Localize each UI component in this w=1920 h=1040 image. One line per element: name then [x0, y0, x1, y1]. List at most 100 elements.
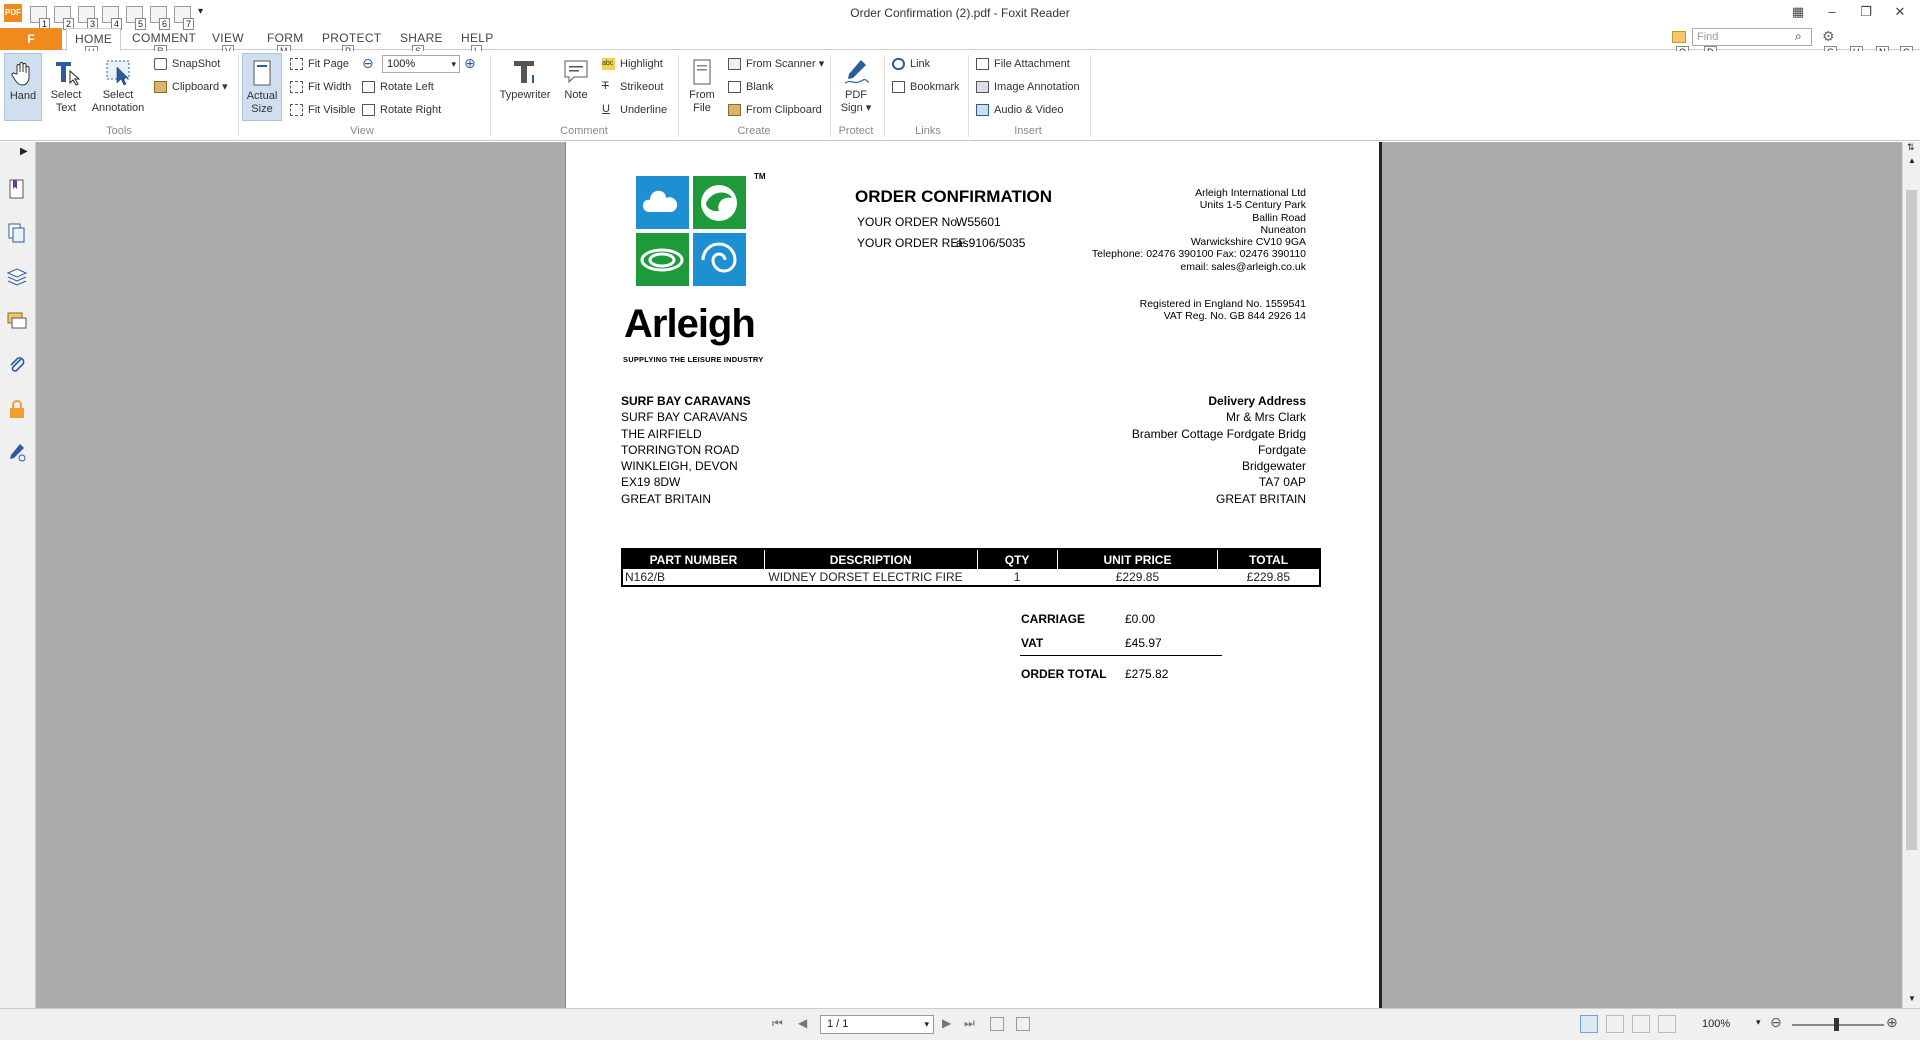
scroll-up-icon[interactable]: ▲: [1908, 156, 1916, 165]
signatures-icon[interactable]: [6, 442, 28, 464]
zoom-select[interactable]: 100% ▾: [382, 55, 460, 73]
zoom-in-icon[interactable]: ⊕: [1886, 1014, 1898, 1031]
highlight-button[interactable]: abc Highlight: [602, 56, 663, 72]
zoom-dropdown-icon[interactable]: ▾: [1756, 1017, 1761, 1028]
first-page-icon[interactable]: ⏮: [772, 1016, 783, 1031]
last-page-icon[interactable]: ⏭: [964, 1016, 975, 1031]
strikeout-button[interactable]: T Strikeout: [602, 79, 663, 95]
minimize-button[interactable]: –: [1818, 2, 1846, 22]
delivery-line: Fordgate: [1257, 442, 1306, 457]
ribbon-separator: [490, 55, 491, 137]
actual-size-button[interactable]: Actual Size: [242, 53, 282, 121]
note-button[interactable]: Note: [558, 53, 594, 121]
fit-visible-icon: [290, 104, 303, 116]
bookmarks-icon[interactable]: [6, 178, 28, 200]
order-no-value: W55601: [956, 215, 1001, 229]
scroll-down-icon[interactable]: ▼: [1908, 994, 1916, 1003]
restore-button[interactable]: ❐: [1852, 2, 1880, 22]
from-scanner-button[interactable]: From Scanner ▾: [728, 56, 824, 72]
registration-block: Registered in England No. 1559541 VAT Re…: [1006, 298, 1306, 323]
scroll-split-icon[interactable]: ⇅: [1907, 142, 1915, 153]
link-button[interactable]: Link: [892, 56, 930, 72]
next-page-icon[interactable]: ▶: [942, 1016, 951, 1030]
blank-button[interactable]: Blank: [728, 79, 774, 95]
pdf-page[interactable]: TM Arleigh SUPPLYING THE LEISURE INDUSTR…: [565, 142, 1382, 1008]
order-no-label: YOUR ORDER No.: [857, 215, 961, 229]
tab-home[interactable]: HOMEH: [66, 28, 122, 58]
previous-view-icon[interactable]: [990, 1017, 1004, 1031]
registration-line: VAT Reg. No. GB 844 2926 14: [1163, 310, 1306, 323]
security-lock-icon[interactable]: [6, 398, 28, 420]
link-icon: [892, 58, 905, 70]
next-view-icon[interactable]: [1016, 1017, 1030, 1031]
rotate-left-button[interactable]: Rotate Left: [362, 79, 434, 95]
tab-help[interactable]: HELPL: [461, 31, 494, 57]
facing-view-icon[interactable]: [1632, 1015, 1650, 1033]
audio-video-button[interactable]: Audio & Video: [976, 102, 1064, 118]
rotate-right-button[interactable]: Rotate Right: [362, 102, 441, 118]
fit-page-icon: [290, 58, 303, 70]
underline-button[interactable]: U Underline: [602, 102, 667, 118]
table-cell: £229.85: [1246, 570, 1291, 584]
snapshot-button[interactable]: SnapShot: [154, 56, 220, 72]
single-page-view-icon[interactable]: [1580, 1015, 1598, 1033]
zoom-out-icon[interactable]: ⊖: [362, 55, 374, 72]
layers-icon[interactable]: [6, 266, 28, 288]
column-header: DESCRIPTION: [764, 549, 978, 569]
fit-visible-button[interactable]: Fit Visible: [290, 102, 355, 118]
hand-button[interactable]: Hand: [4, 53, 42, 121]
zoom-slider-handle[interactable]: [1834, 1018, 1839, 1031]
settings-gear-icon[interactable]: ⚙: [1822, 28, 1835, 45]
fit-page-button[interactable]: Fit Page: [290, 56, 349, 72]
column-header: TOTAL: [1217, 549, 1320, 569]
clipboard-page-icon: [728, 104, 741, 116]
image-annotation-button[interactable]: Image Annotation: [976, 79, 1080, 95]
select-annotation-button[interactable]: Select Annotation: [88, 53, 148, 121]
totals-divider: [1020, 655, 1222, 656]
zoom-in-icon[interactable]: ⊕: [464, 55, 476, 72]
group-label-create: Create: [737, 125, 771, 137]
select-text-button[interactable]: Select Text: [46, 53, 86, 121]
clipboard-button[interactable]: Clipboard ▾: [154, 79, 228, 95]
continuous-facing-view-icon[interactable]: [1658, 1015, 1676, 1033]
fit-width-button[interactable]: Fit Width: [290, 79, 351, 95]
tab-form[interactable]: FORMM: [267, 31, 304, 57]
comments-icon[interactable]: [6, 310, 28, 332]
logo-tagline: SUPPLYING THE LEISURE INDUSTRY: [623, 355, 764, 364]
find-input[interactable]: Find: [1692, 28, 1812, 46]
tab-view[interactable]: VIEWV: [212, 31, 244, 57]
page-number-input[interactable]: 1 / 1 ▾: [820, 1015, 934, 1034]
continuous-view-icon[interactable]: [1606, 1015, 1624, 1033]
tab-share[interactable]: SHARES: [400, 31, 443, 57]
ribbon-tab-row: F HOMEH COMMENTR VIEWV FORMM PROTECTP SH…: [0, 28, 1920, 58]
tab-comment[interactable]: COMMENTR: [132, 31, 196, 57]
file-attachment-button[interactable]: File Attachment: [976, 56, 1070, 72]
previous-page-icon[interactable]: ◀: [798, 1016, 807, 1030]
bookmark-button[interactable]: Bookmark: [892, 79, 960, 95]
video-icon: [976, 104, 989, 116]
pages-icon[interactable]: [6, 222, 28, 244]
company-line: Arleigh International Ltd: [1195, 187, 1306, 199]
customer-line: THE AIRFIELD: [621, 426, 702, 441]
clipboard-icon: [154, 81, 167, 93]
status-bar: ⏮ ◀ 1 / 1 ▾ ▶ ⏭ 100% ▾ ⊖ ⊕: [0, 1008, 1920, 1040]
expand-panel-icon[interactable]: ▶: [20, 146, 28, 157]
table-header-row: PART NUMBER DESCRIPTION QTY UNIT PRICE T…: [622, 549, 1320, 569]
vertical-scrollbar[interactable]: ⇅ ▲ ▼: [1902, 142, 1920, 1008]
window-title: Order Confirmation (2).pdf - Foxit Reade…: [850, 6, 1070, 20]
document-viewport[interactable]: TM Arleigh SUPPLYING THE LEISURE INDUSTR…: [36, 142, 1902, 1008]
grid-view-icon[interactable]: ▦: [1784, 2, 1812, 22]
attachments-paperclip-icon[interactable]: [6, 354, 28, 376]
scrollbar-thumb[interactable]: [1906, 190, 1917, 850]
close-button[interactable]: ✕: [1886, 2, 1914, 22]
tab-protect[interactable]: PROTECTP: [322, 31, 381, 57]
chevron-down-icon[interactable]: ▾: [924, 1016, 929, 1033]
search-icon[interactable]: ⌕: [1795, 29, 1802, 44]
from-file-button[interactable]: From File: [684, 53, 720, 121]
zoom-out-icon[interactable]: ⊖: [1770, 1014, 1782, 1031]
pdf-sign-button[interactable]: PDF Sign ▾: [836, 53, 876, 121]
tab-file[interactable]: F: [0, 28, 62, 50]
zoom-level-value[interactable]: 100%: [1702, 1018, 1730, 1030]
from-clipboard-button[interactable]: From Clipboard: [728, 102, 822, 118]
typewriter-button[interactable]: Typewriter: [496, 53, 554, 121]
